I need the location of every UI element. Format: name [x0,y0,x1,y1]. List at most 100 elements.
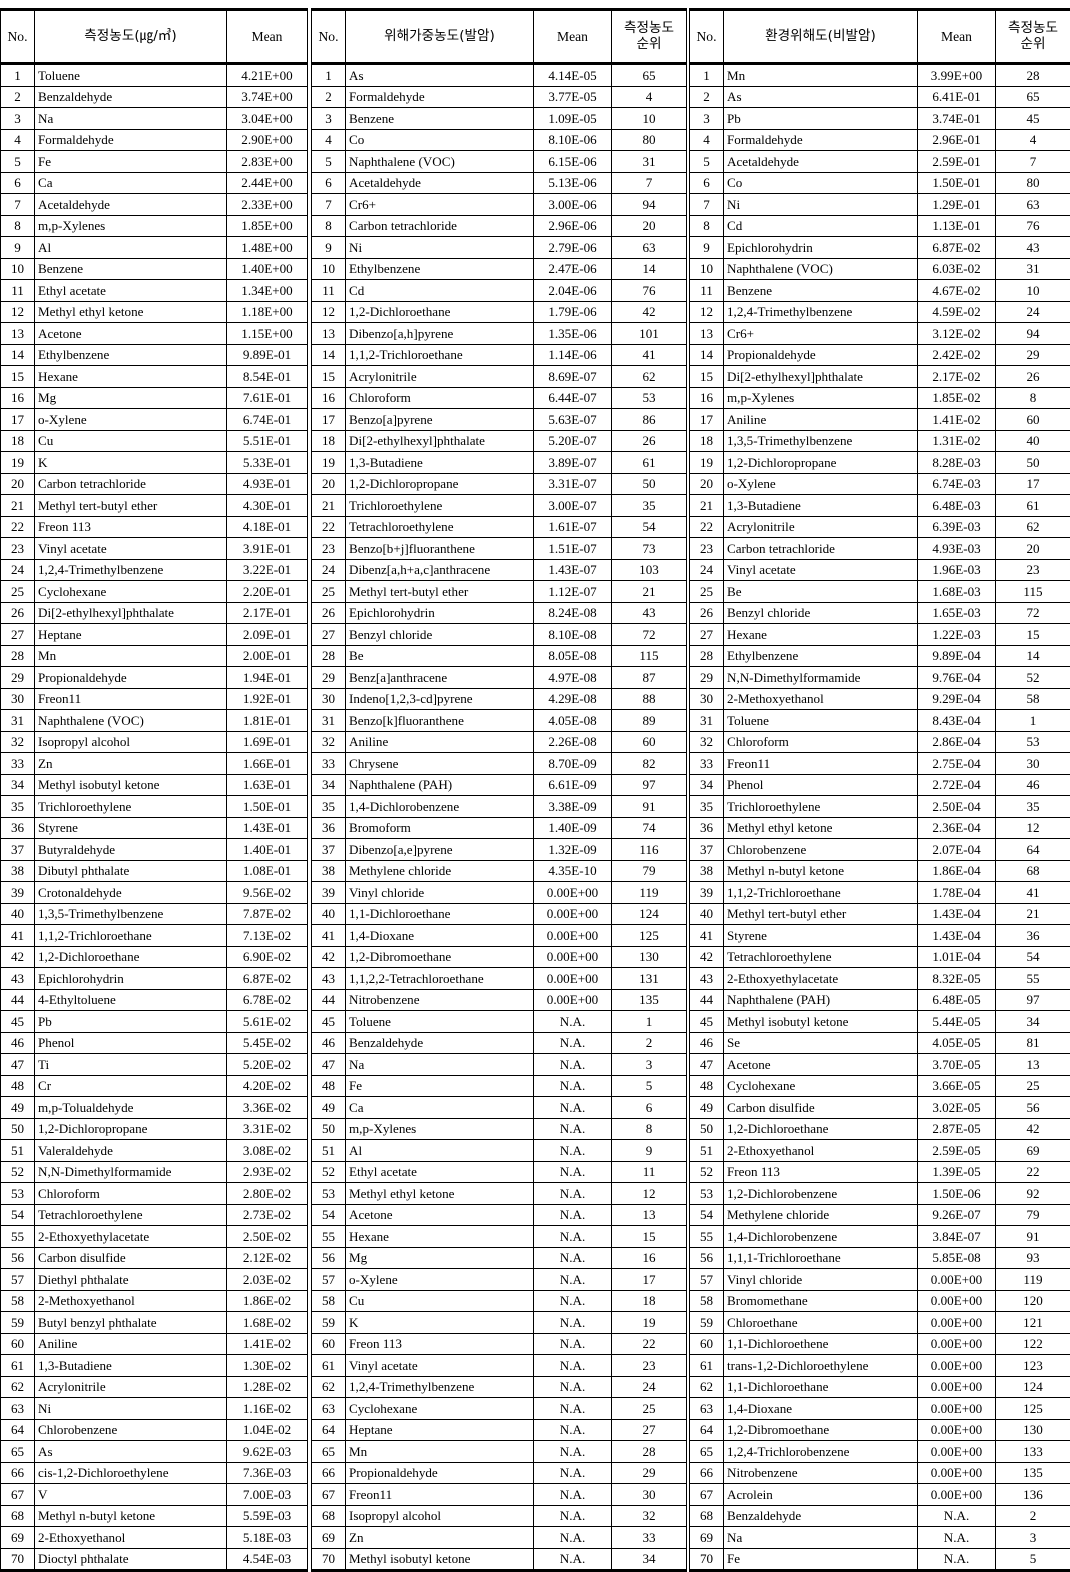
cell-name: Se [724,1032,918,1054]
table-row: 47Acetone3.70E-0513 [690,1054,1070,1076]
cell-rank: 130 [612,946,687,968]
cell-mean: 6.90E-02 [227,946,308,968]
cell-mean: N.A. [918,1548,996,1571]
cell-rank: 115 [996,581,1070,603]
cell-rank: 61 [996,495,1070,517]
table-row: 48FeN.A.5 [312,1075,687,1097]
table-row: 191,3-Butadiene3.89E-0761 [312,452,687,474]
cell-mean: 1.43E-01 [227,817,308,839]
cell-name: 4-Ethyltoluene [35,989,227,1011]
cell-mean: N.A. [534,1204,612,1226]
cell-rank: 28 [996,64,1070,87]
cell-mean: 8.43E-04 [918,710,996,732]
table-row: 34Methyl isobutyl ketone1.63E-01 [1,774,308,796]
cell-mean: N.A. [534,1548,612,1571]
table-row: 15Di[2-ethylhexyl]phthalate2.17E-0226 [690,366,1070,388]
table-row: 22Freon 1134.18E-01 [1,516,308,538]
cell-name: Naphthalene (PAH) [724,989,918,1011]
table-row: 34Naphthalene (PAH)6.61E-0997 [312,774,687,796]
cell-rank: 119 [996,1269,1070,1291]
cell-no: 6 [312,172,346,194]
cell-no: 68 [690,1505,724,1527]
table-row: 37Dibenzo[a,e]pyrene1.32E-09116 [312,839,687,861]
cell-no: 18 [1,430,35,452]
cell-mean: N.A. [534,1376,612,1398]
cell-no: 39 [1,882,35,904]
cell-no: 58 [690,1290,724,1312]
cell-name: Mn [35,645,227,667]
cell-no: 70 [1,1548,35,1571]
cell-mean: 3.70E-05 [918,1054,996,1076]
cell-name: Heptane [35,624,227,646]
cell-mean: 2.59E-01 [918,151,996,173]
table-block-measured-concentration: No. 측정농도(㎍/㎥) Mean 1Toluene4.21E+002Benz… [0,8,307,1572]
cell-no: 13 [312,323,346,345]
cell-name: As [346,64,534,87]
table-row: 26Di[2-ethylhexyl]phthalate2.17E-01 [1,602,308,624]
cell-name: Co [346,129,534,151]
cell-rank: 24 [612,1376,687,1398]
cell-name: V [35,1484,227,1506]
table-row: 181,3,5-Trimethylbenzene1.31E-0240 [690,430,1070,452]
table-row: 52N,N-Dimethylformamide2.93E-02 [1,1161,308,1183]
cell-name: Nitrobenzene [346,989,534,1011]
cell-name: Methyl n-butyl ketone [35,1505,227,1527]
cell-no: 10 [690,258,724,280]
table-row: 621,1-Dichloroethane0.00E+00124 [690,1376,1070,1398]
cell-rank: 26 [996,366,1070,388]
cell-no: 15 [690,366,724,388]
cell-mean: 1.41E-02 [227,1333,308,1355]
cell-no: 4 [312,129,346,151]
cell-name: Pb [35,1011,227,1033]
cell-mean: 1.79E-06 [534,301,612,323]
table-row: 27Benzyl chloride8.10E-0872 [312,624,687,646]
cell-mean: 3.36E-02 [227,1097,308,1119]
cell-mean: 1.68E-02 [227,1312,308,1334]
table-row: 54Tetrachloroethylene2.73E-02 [1,1204,308,1226]
cell-mean: 9.62E-03 [227,1441,308,1463]
header-row: No. 환경위해도(비발암) Mean 측정농도순위 [690,10,1070,64]
table-row: 582-Methoxyethanol1.86E-02 [1,1290,308,1312]
cell-rank: 12 [612,1183,687,1205]
cell-mean: 0.00E+00 [534,903,612,925]
cell-rank: 79 [612,860,687,882]
table-row: 70Dioctyl phthalate4.54E-03 [1,1548,308,1571]
cell-no: 35 [312,796,346,818]
col-header-mean: Mean [918,10,996,64]
cell-no: 27 [690,624,724,646]
cell-name: Aniline [724,409,918,431]
cell-no: 52 [1,1161,35,1183]
cell-rank: 101 [612,323,687,345]
table-row: 25Methyl tert-butyl ether1.12E-0721 [312,581,687,603]
cell-rank: 34 [996,1011,1070,1033]
table-row: 2Formaldehyde3.77E-054 [312,86,687,108]
cell-no: 14 [690,344,724,366]
cell-mean: N.A. [534,1097,612,1119]
cell-rank: 28 [612,1441,687,1463]
cell-rank: 54 [996,946,1070,968]
cell-name: m,p-Xylenes [35,215,227,237]
cell-no: 23 [690,538,724,560]
cell-mean: 2.44E+00 [227,172,308,194]
cell-mean: 3.89E-07 [534,452,612,474]
table-row: 1As4.14E-0565 [312,64,687,87]
cell-name: m,p-Xylenes [724,387,918,409]
table-row: 50m,p-XylenesN.A.8 [312,1118,687,1140]
table-row: 23Benzo[b+j]fluoranthene1.51E-0773 [312,538,687,560]
table-row: 121,2-Dichloroethane1.79E-0642 [312,301,687,323]
table-row: 201,2-Dichloropropane3.31E-0750 [312,473,687,495]
table-row: 5Fe2.83E+00 [1,151,308,173]
cell-no: 39 [312,882,346,904]
cell-name: Na [724,1527,918,1549]
cell-mean: N.A. [534,1118,612,1140]
cell-mean: N.A. [534,1462,612,1484]
cell-no: 39 [690,882,724,904]
cell-mean: 2.96E-06 [534,215,612,237]
cell-no: 11 [1,280,35,302]
cell-rank: 11 [612,1161,687,1183]
table-row: 12Methyl ethyl ketone1.18E+00 [1,301,308,323]
cell-no: 46 [1,1032,35,1054]
cell-name: Bromomethane [724,1290,918,1312]
cell-mean: 1.63E-01 [227,774,308,796]
cell-mean: 1.68E-03 [918,581,996,603]
